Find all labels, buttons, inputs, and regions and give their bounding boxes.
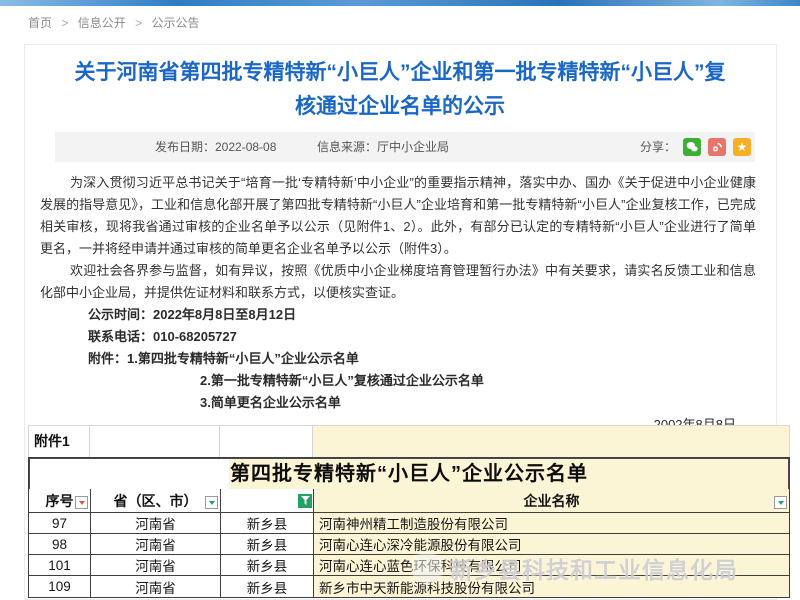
cell-company: 新乡市中天新能源科技股份有限公司 (314, 576, 789, 597)
table-row: 101 河南省 新乡县 河南心连心蓝色环保科技有限公司 (29, 555, 789, 576)
filter-dropdown-icon[interactable] (75, 496, 88, 509)
table-row: 98 河南省 新乡县 河南心连心深冷能源股份有限公司 (29, 534, 789, 555)
cell-province: 河南省 (91, 534, 221, 555)
attachment-link-2[interactable]: 2.第一批专精特新“小巨人”复核通过企业公示名单 (40, 370, 756, 392)
sheet-grid: 第四批专精特新“小巨人”企业公示名单 序号 省（区、市） 企业名称 (28, 457, 790, 598)
paragraph-2: 欢迎社会各界参与监督，如有异议，按照《优质中小企业梯度培育管理暂行办法》中有关要… (40, 260, 756, 304)
table-row: 109 河南省 新乡县 新乡市中天新能源科技股份有限公司 (29, 576, 789, 597)
table-row: 97 河南省 新乡县 河南神州精工制造股份有限公司 (29, 513, 789, 534)
cell-serial: 109 (29, 576, 91, 597)
attachment-link-1[interactable]: 1.第四批专精特新“小巨人”企业公示名单 (127, 351, 359, 366)
cell-serial: 97 (29, 513, 91, 534)
attachment1-label-cell: 附件1 (28, 426, 90, 457)
contact-phone-line: 联系电话：010-68205727 (40, 326, 756, 348)
cell-province: 河南省 (91, 576, 221, 597)
sheet-label-row: 附件1 (28, 425, 790, 457)
empty-yellow-cell (313, 426, 790, 457)
breadcrumb: 首页 > 信息公开 > 公示公告 (28, 14, 199, 31)
info-source: 信息来源：厅中小企业局 (317, 132, 449, 162)
empty-cell (220, 426, 313, 457)
active-filter-funnel-icon[interactable] (298, 494, 312, 508)
attachment-line-1: 附件：1.第四批专精特新“小巨人”企业公示名单 (40, 348, 756, 370)
header-company-name: 企业名称 (314, 489, 789, 513)
cell-county: 新乡县 (221, 576, 314, 597)
breadcrumb-info-disclosure[interactable]: 信息公开 (78, 16, 126, 30)
table-header-row: 序号 省（区、市） 企业名称 (29, 489, 789, 513)
cell-company: 河南心连心深冷能源股份有限公司 (314, 534, 789, 555)
breadcrumb-announcements[interactable]: 公示公告 (151, 16, 199, 30)
cell-province: 河南省 (91, 555, 221, 576)
table-title-row: 第四批专精特新“小巨人”企业公示名单 (29, 458, 789, 489)
cell-county: 新乡县 (221, 555, 314, 576)
article-meta-bar: 发布日期：2022-08-08 信息来源：厅中小企业局 分享： ★ (55, 132, 755, 162)
paragraph-1: 为深入贯彻习近平总书记关于“培育一批‘专精特新’中小企业”的重要指示精神，落实中… (40, 172, 756, 260)
wechat-icon[interactable] (683, 138, 701, 156)
table-title: 第四批专精特新“小巨人”企业公示名单 (30, 459, 788, 489)
cell-serial: 101 (29, 555, 91, 576)
share-group: 分享： ★ (640, 132, 751, 162)
header-serial-number: 序号 (29, 489, 91, 513)
qzone-star-icon[interactable]: ★ (733, 138, 751, 156)
cell-company: 河南心连心蓝色环保科技有限公司 (314, 555, 789, 576)
breadcrumb-separator: > (135, 16, 142, 30)
filter-dropdown-icon[interactable] (774, 496, 787, 509)
page-title: 关于河南省第四批专精特新“小巨人”企业和第一批专精特新“小巨人”复核通过企业名单… (70, 56, 730, 124)
weibo-icon[interactable] (708, 138, 726, 156)
cell-county: 新乡县 (221, 513, 314, 534)
breadcrumb-home[interactable]: 首页 (28, 16, 52, 30)
attachments-label: 附件： (88, 351, 127, 366)
breadcrumb-separator: > (61, 16, 68, 30)
header-county-filtered (221, 489, 314, 513)
cell-province: 河南省 (91, 513, 221, 534)
attachment-spreadsheet: 附件1 第四批专精特新“小巨人”企业公示名单 序号 省（区、市） (28, 425, 790, 598)
cell-county: 新乡县 (221, 534, 314, 555)
header-province: 省（区、市） (91, 489, 221, 513)
notice-time-line: 公示时间：2022年8月8日至8月12日 (40, 304, 756, 326)
article-body: 为深入贯彻习近平总书记关于“培育一批‘专精特新’中小企业”的重要指示精神，落实中… (40, 172, 756, 436)
cell-serial: 98 (29, 534, 91, 555)
cell-company: 河南神州精工制造股份有限公司 (314, 513, 789, 534)
publish-date: 发布日期：2022-08-08 (155, 132, 276, 162)
empty-cell (90, 426, 220, 457)
top-accent-bar (0, 0, 800, 6)
filter-dropdown-icon[interactable] (205, 496, 218, 509)
attachment-link-3[interactable]: 3.简单更名企业公示名单 (40, 392, 756, 414)
share-label: 分享： (640, 132, 676, 162)
